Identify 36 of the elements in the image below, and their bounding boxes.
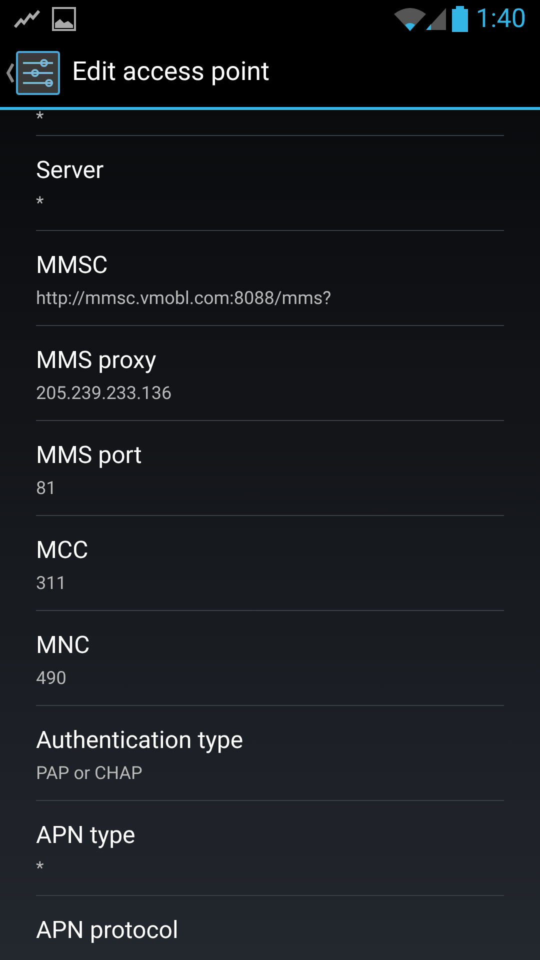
preference-value: 205.239.233.136 xyxy=(36,382,173,406)
back-caret-icon xyxy=(6,62,14,82)
clock-time: 1:40 xyxy=(476,2,526,36)
preference-title: Server xyxy=(36,155,105,185)
preference-value: * xyxy=(36,192,45,216)
preference-title: APN type xyxy=(36,820,136,850)
preference-title: MCC xyxy=(36,535,90,565)
preference-title: MMS proxy xyxy=(36,345,158,375)
preference-title: MMSC xyxy=(36,250,109,280)
preference-value: PAP or CHAP xyxy=(36,762,144,786)
preference-item[interactable]: MMS proxy 205.239.233.136 xyxy=(36,326,504,421)
preference-item[interactable]: MMS port 81 xyxy=(36,421,504,516)
signal-icon xyxy=(426,8,446,30)
preference-title: APN protocol xyxy=(36,915,180,945)
preference-value: 490 xyxy=(36,667,68,691)
activity-graph-icon xyxy=(14,9,40,29)
preference-item[interactable]: APN type * xyxy=(36,801,504,896)
image-icon xyxy=(52,7,76,31)
preference-item[interactable]: Server * xyxy=(36,136,504,231)
preference-value: * xyxy=(36,857,45,881)
screen-title: Edit access point xyxy=(72,56,270,89)
preference-value: http://mmsc.vmobl.com:8088/mms? xyxy=(36,287,332,311)
preference-value: 311 xyxy=(36,572,68,596)
battery-icon xyxy=(452,6,468,32)
preference-title: Authentication type xyxy=(36,725,244,755)
wifi-icon xyxy=(394,7,426,31)
preference-value: 81 xyxy=(36,477,58,501)
field-value: * xyxy=(36,110,45,128)
preference-item[interactable]: MNC 490 xyxy=(36,611,504,706)
preference-title: MMS port xyxy=(36,440,143,470)
preference-item[interactable]: MCC 311 xyxy=(36,516,504,611)
settings-sliders-icon xyxy=(16,50,60,94)
preference-item[interactable]: Authentication type PAP or CHAP xyxy=(36,706,504,801)
preference-title: MNC xyxy=(36,630,91,660)
preference-item[interactable]: MMSC http://mmsc.vmobl.com:8088/mms? xyxy=(36,231,504,326)
preference-item[interactable]: APN protocol xyxy=(36,896,504,960)
